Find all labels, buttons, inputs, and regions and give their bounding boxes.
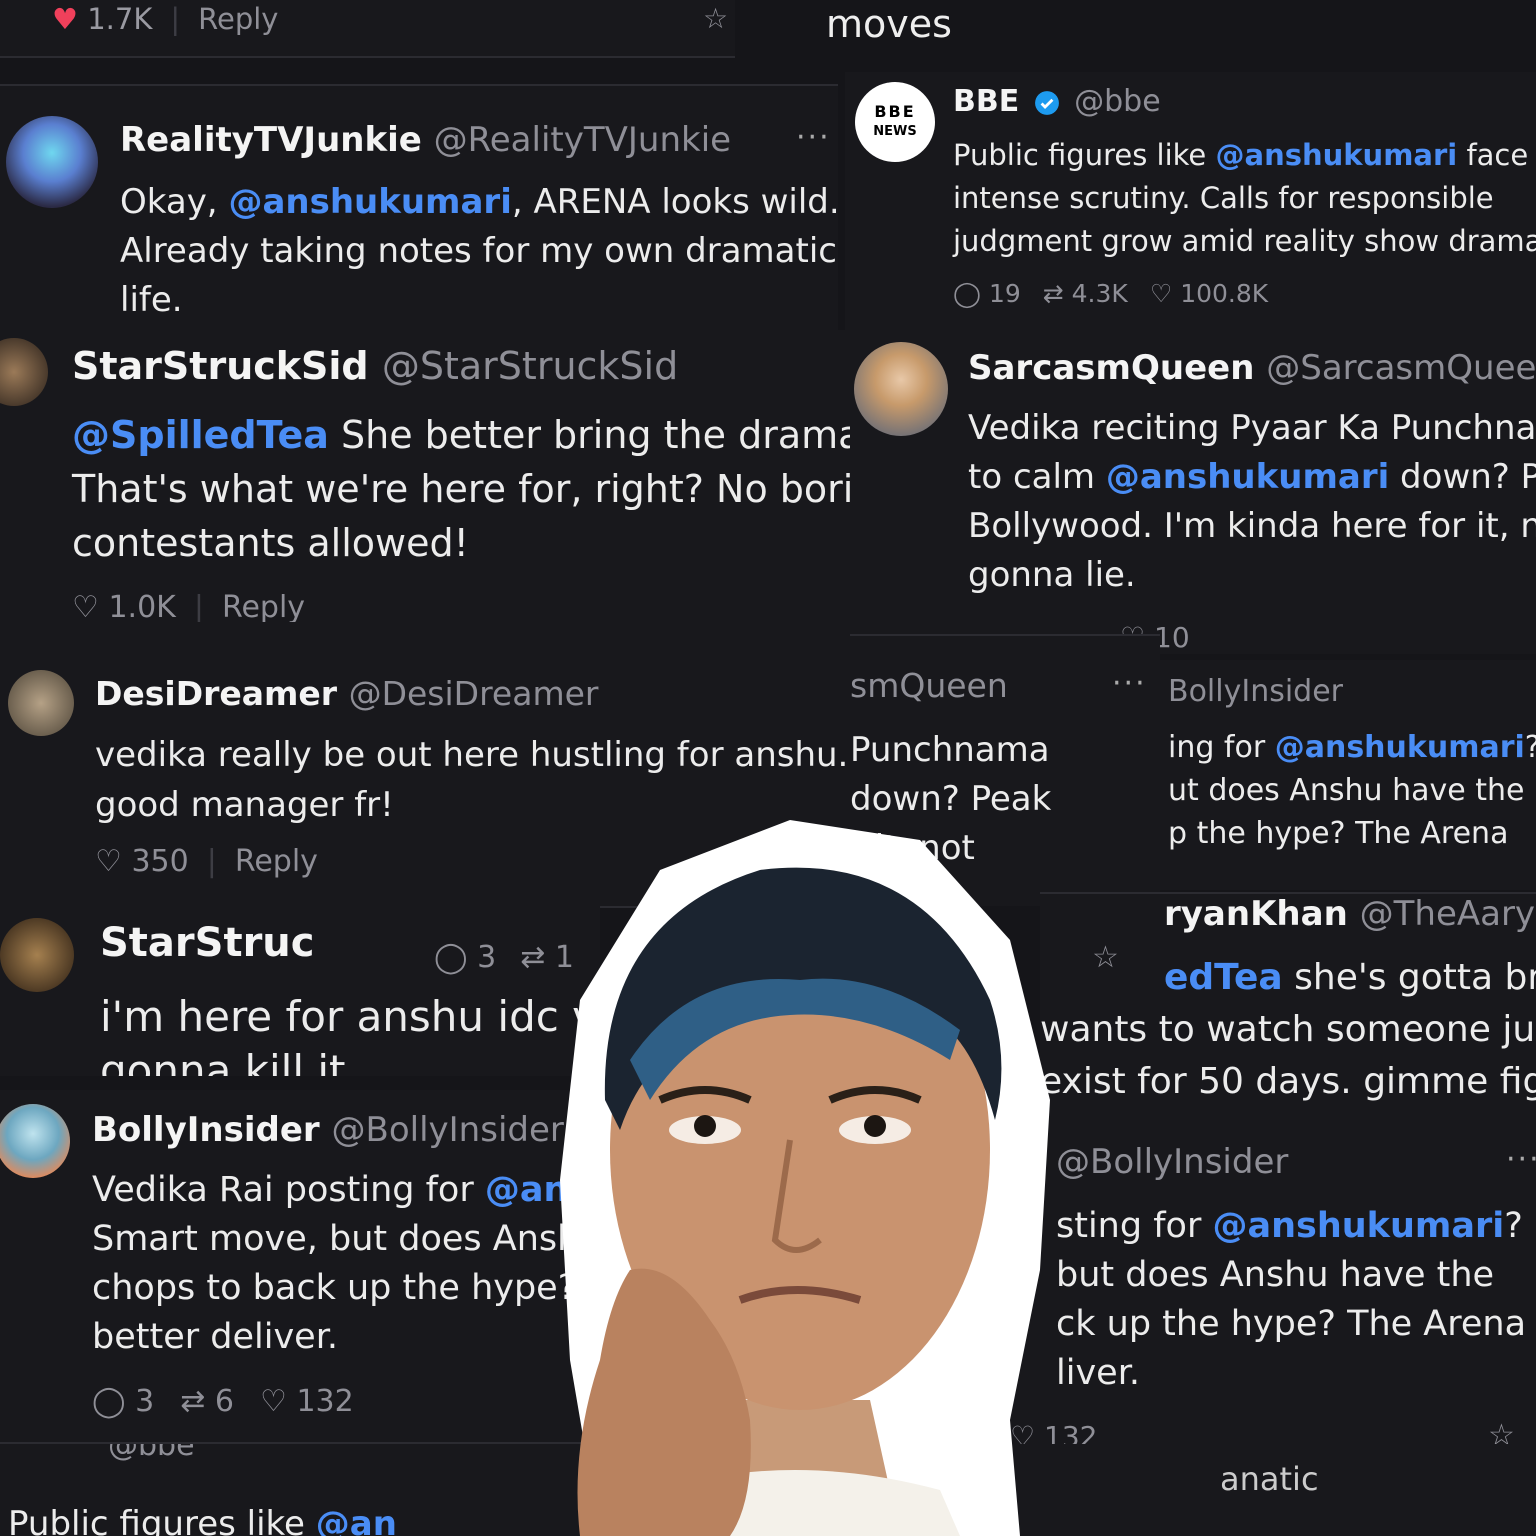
divider: |: [170, 2, 181, 36]
person-cutout-sticker: [540, 800, 1060, 1536]
reality-post[interactable]: RealityTVJunkie @RealityTVJunkie ··· Oka…: [0, 84, 838, 332]
comment-icon: ◯: [92, 1384, 126, 1419]
post-author[interactable]: StarStruckSid @StarStruckSid: [72, 344, 678, 388]
user-avatar[interactable]: [0, 338, 48, 406]
starstruc-post[interactable]: StarStruc ◯ 3 ⇄ 1 i'm here for anshu idc…: [0, 906, 600, 1076]
mention-link[interactable]: edTea: [1164, 957, 1283, 998]
post-handle: BollyInsider: [1168, 674, 1344, 709]
post-body: edTea she's gotta brir: [1164, 957, 1536, 998]
post-author[interactable]: DesiDreamer @DesiDreamer: [95, 674, 598, 713]
mention-link[interactable]: @anshukumari: [1212, 1206, 1504, 1246]
post-author[interactable]: StarStruc: [100, 920, 315, 966]
top-right-fragment: moves: [826, 2, 952, 46]
mention-link[interactable]: @anshukumari: [1275, 730, 1525, 765]
divider: |: [193, 592, 204, 622]
heart-filled-icon: ♥: [52, 2, 78, 36]
reply-button[interactable]: Reply: [235, 844, 318, 879]
post-body: Okay, @anshukumari, ARENA looks wild. Al…: [120, 182, 838, 320]
bbc-logo-blocks: BBE: [874, 102, 916, 121]
post-body: ing for @anshukumari? ut does Anshu have…: [1168, 730, 1536, 851]
user-avatar[interactable]: [854, 342, 948, 436]
reply-button[interactable]: Reply: [222, 592, 305, 622]
comment-icon: ◯: [434, 940, 468, 975]
post-body: @SpilledTea She better bring the drama! …: [72, 413, 850, 565]
post-author[interactable]: BBE @bbe: [953, 84, 1161, 119]
reply-button[interactable]: Reply: [198, 2, 278, 36]
post-handle: @bbe: [108, 1444, 195, 1463]
post-body: Vedika Rai posting for @ans Smart move, …: [92, 1170, 590, 1357]
post-author[interactable]: ryanKhan @TheAarya: [1164, 894, 1536, 934]
post-fragment-text: anatic: [1220, 1460, 1319, 1498]
post-handle: smQueen: [850, 666, 1008, 705]
like-button[interactable]: ♡ 132: [260, 1384, 354, 1419]
reply-button[interactable]: ◯ 19: [953, 279, 1021, 308]
bookmark-star-icon[interactable]: ☆: [1092, 940, 1119, 975]
post-body: Public figures like @an: [8, 1504, 397, 1536]
user-avatar[interactable]: [0, 918, 74, 992]
aryan-fragment[interactable]: ryanKhan @TheAarya ☆ edTea she's gotta b…: [1040, 892, 1536, 1130]
more-options-icon[interactable]: ···: [796, 120, 831, 155]
mention-link[interactable]: @SpilledTea: [72, 413, 329, 457]
bbe-post[interactable]: BBE NEWS BBE @bbe Public figures like @a…: [845, 72, 1536, 334]
mention-link[interactable]: @anshukumari: [228, 182, 511, 222]
bbc-logo-news: NEWS: [873, 124, 917, 139]
bolly-fragment-top[interactable]: BollyInsider ing for @anshukumari? ut do…: [1160, 660, 1536, 890]
user-avatar[interactable]: [8, 670, 74, 736]
reply-button[interactable]: ◯ 3: [434, 940, 496, 975]
repost-icon: ⇄: [1042, 279, 1064, 308]
more-options-icon[interactable]: ···: [1112, 666, 1147, 701]
post-author[interactable]: SarcasmQueen @SarcasmQueen: [968, 348, 1536, 388]
reply-button[interactable]: ◯ 3: [92, 1384, 154, 1419]
repost-button[interactable]: ⇄ 4.3K: [1043, 279, 1128, 308]
like-button[interactable]: ♡ 1.0K: [72, 592, 176, 622]
like-button[interactable]: ♥ 1.7K: [52, 2, 152, 36]
mention-link[interactable]: @an: [316, 1504, 397, 1536]
repost-button[interactable]: ⇄ 6: [180, 1384, 234, 1419]
starstruck-post[interactable]: StarStruckSid @StarStruckSid @SpilledTea…: [0, 330, 850, 650]
bolly-fragment-bottom[interactable]: @BollyInsider ··· sting for @anshukumari…: [980, 1130, 1536, 1478]
post-actions: ♡ 1.0K | Reply: [72, 592, 305, 622]
sarcasm-post[interactable]: SarcasmQueen @SarcasmQueen Vedika reciti…: [850, 334, 1536, 654]
post-author[interactable]: BollyInsider @BollyInsider: [92, 1110, 564, 1150]
top-left-strip: ♥ 1.7K | Reply ☆: [0, 0, 735, 58]
post-actions: ◯ 19 ⇄ 4.3K ♡ 100.8K: [953, 279, 1268, 308]
like-button[interactable]: ♡ 100.8K: [1150, 279, 1268, 308]
post-author[interactable]: RealityTVJunkie @RealityTVJunkie: [120, 120, 731, 160]
post-body: Vedika reciting Pyaar Ka Punchnar to cal…: [968, 408, 1536, 595]
post-actions: ♡ 350 | Reply: [95, 844, 318, 879]
post-actions: ◯ 3 ⇄ 6 ♡ 132: [92, 1384, 354, 1419]
mention-link[interactable]: @anshukumari: [1106, 457, 1389, 497]
bolly-post[interactable]: BollyInsider @BollyInsider Vedika Rai po…: [0, 1090, 600, 1444]
heart-icon: ♡: [260, 1384, 287, 1419]
post-body-continued: wants to watch someone jus exist for 50 …: [1040, 1009, 1536, 1102]
user-avatar[interactable]: [0, 1104, 70, 1178]
bookmark-star-icon[interactable]: ☆: [703, 2, 728, 35]
post-body: i'm here for anshu idc v gonna kill it: [100, 992, 598, 1076]
top-left-meta: ♥ 1.7K | Reply: [52, 2, 278, 36]
comment-icon: ◯: [953, 279, 981, 308]
more-options-icon[interactable]: ···: [1506, 1142, 1536, 1177]
like-button[interactable]: ♡ 350: [95, 844, 189, 879]
mention-link[interactable]: @anshukumari: [1216, 138, 1458, 172]
divider: |: [206, 844, 217, 879]
user-avatar[interactable]: [6, 116, 98, 208]
heart-icon: ♡: [1149, 279, 1173, 308]
post-body: Public figures like @anshukumari face in…: [953, 138, 1536, 258]
verified-badge-icon: [1034, 90, 1060, 116]
post-handle: @BollyInsider: [1056, 1142, 1289, 1182]
bbc-news-avatar[interactable]: BBE NEWS: [855, 82, 935, 162]
heart-icon: ♡: [72, 592, 99, 622]
heart-icon: ♡: [95, 844, 122, 879]
post-body: sting for @anshukumari? but does Anshu h…: [1056, 1206, 1527, 1393]
repost-icon: ⇄: [180, 1384, 206, 1419]
